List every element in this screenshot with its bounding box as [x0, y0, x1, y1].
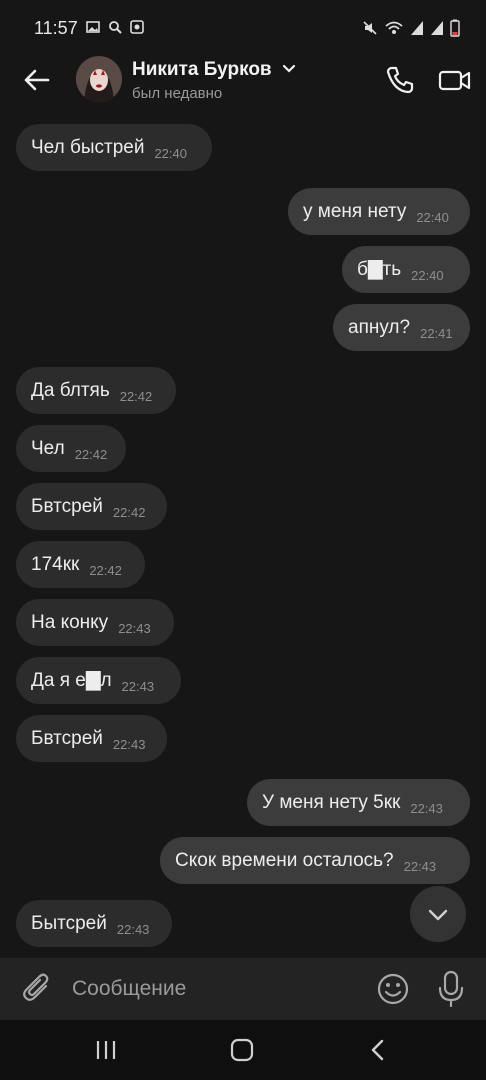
message-text: б▇ть: [357, 259, 402, 280]
message-bubble[interactable]: Бвтсрей 22:43: [16, 715, 167, 762]
message-text: 174кк: [31, 553, 80, 575]
message-text: Да блтяь: [31, 379, 110, 401]
mute-icon: [363, 21, 377, 35]
message-bubble[interactable]: Да блтяь 22:42: [16, 367, 176, 414]
message-time: 22:42: [112, 505, 146, 520]
message-time: 22:42: [74, 447, 108, 462]
message-text: Бытсрей: [31, 912, 107, 934]
scroll-to-bottom-button[interactable]: [410, 886, 466, 942]
phone-call-icon[interactable]: [384, 64, 416, 96]
message-bubble[interactable]: апнул? 22:41: [333, 304, 470, 351]
status-bar: 11:57: [0, 0, 486, 56]
message-time: 22:41: [420, 326, 453, 341]
message-time: 22:43: [116, 922, 150, 937]
message-time: 22:43: [112, 737, 146, 752]
message-bubble[interactable]: У меня нету 5кк 22:43: [247, 779, 470, 826]
message-bubble[interactable]: 174кк 22:42: [16, 541, 145, 588]
search-icon: [109, 21, 122, 34]
signal-icon: [411, 21, 423, 35]
message-bubble[interactable]: Скок времени осталось? 22:43: [160, 837, 470, 884]
message-time: 22:40: [154, 146, 187, 161]
message-input[interactable]: [72, 972, 362, 1006]
chevron-down-icon: [428, 909, 448, 921]
message-bubble[interactable]: Бвтсрей 22:42: [16, 483, 167, 530]
system-navigation-bar: [0, 1020, 486, 1080]
back-icon[interactable]: [368, 1038, 388, 1062]
message-bubble[interactable]: у меня нету 22:40: [288, 188, 470, 235]
message-bubble[interactable]: Чел 22:42: [16, 425, 126, 472]
recent-apps-icon[interactable]: [94, 1038, 118, 1062]
message-text: Чел быстрей: [31, 136, 145, 158]
video-call-icon[interactable]: [438, 64, 472, 96]
message-bubble[interactable]: Бытсрей 22:43: [16, 900, 172, 947]
message-time: 22:42: [119, 389, 153, 404]
message-text: Бвтсрей: [31, 727, 103, 749]
message-time: 22:43: [121, 679, 155, 694]
message-text: Скок времени осталось?: [175, 849, 394, 871]
message-text: апнул?: [348, 316, 411, 338]
wifi-icon: [385, 21, 403, 34]
message-text: У меня нету 5кк: [262, 791, 401, 813]
message-time: 22:43: [118, 621, 151, 636]
message-bubble[interactable]: Чел быстрей 22:40: [16, 124, 212, 171]
message-bubble[interactable]: На конку 22:43: [16, 599, 174, 646]
message-time: 22:43: [410, 801, 443, 816]
message-text: Да я е▇л: [31, 670, 112, 691]
message-time: 22:40: [416, 210, 449, 225]
battery-icon: [450, 19, 460, 37]
microphone-icon[interactable]: [436, 970, 466, 1008]
message-text: Бвтсрей: [31, 495, 103, 517]
message-composer: [0, 958, 486, 1020]
home-icon[interactable]: [230, 1038, 254, 1062]
message-text: На конку: [31, 611, 109, 633]
chat-header: Никита Бурков был недавно: [0, 56, 486, 120]
contact-status: был недавно: [132, 85, 223, 102]
avatar[interactable]: [76, 56, 122, 102]
signal-icon: [431, 21, 443, 35]
avatar-image: [76, 56, 122, 102]
back-arrow-icon[interactable]: [20, 64, 52, 96]
message-bubble[interactable]: б▇ть 22:40: [342, 246, 470, 293]
message-time: 22:40: [411, 268, 444, 283]
message-time: 22:43: [403, 859, 437, 874]
record-icon: [130, 20, 144, 34]
image-icon: [86, 21, 100, 33]
message-time: 22:42: [89, 563, 122, 578]
message-list[interactable]: Чел быстрей 22:40 у меня нету 22:40 б▇ть…: [0, 120, 486, 958]
message-text: у меня нету: [303, 200, 407, 222]
chevron-down-icon[interactable]: [282, 64, 296, 74]
emoji-icon[interactable]: [376, 972, 410, 1006]
status-time: 11:57: [34, 18, 78, 38]
contact-name[interactable]: Никита Бурков: [132, 59, 272, 81]
paperclip-icon[interactable]: [22, 972, 52, 1006]
message-text: Чел: [31, 437, 65, 459]
message-bubble[interactable]: Да я е▇л 22:43: [16, 657, 181, 704]
